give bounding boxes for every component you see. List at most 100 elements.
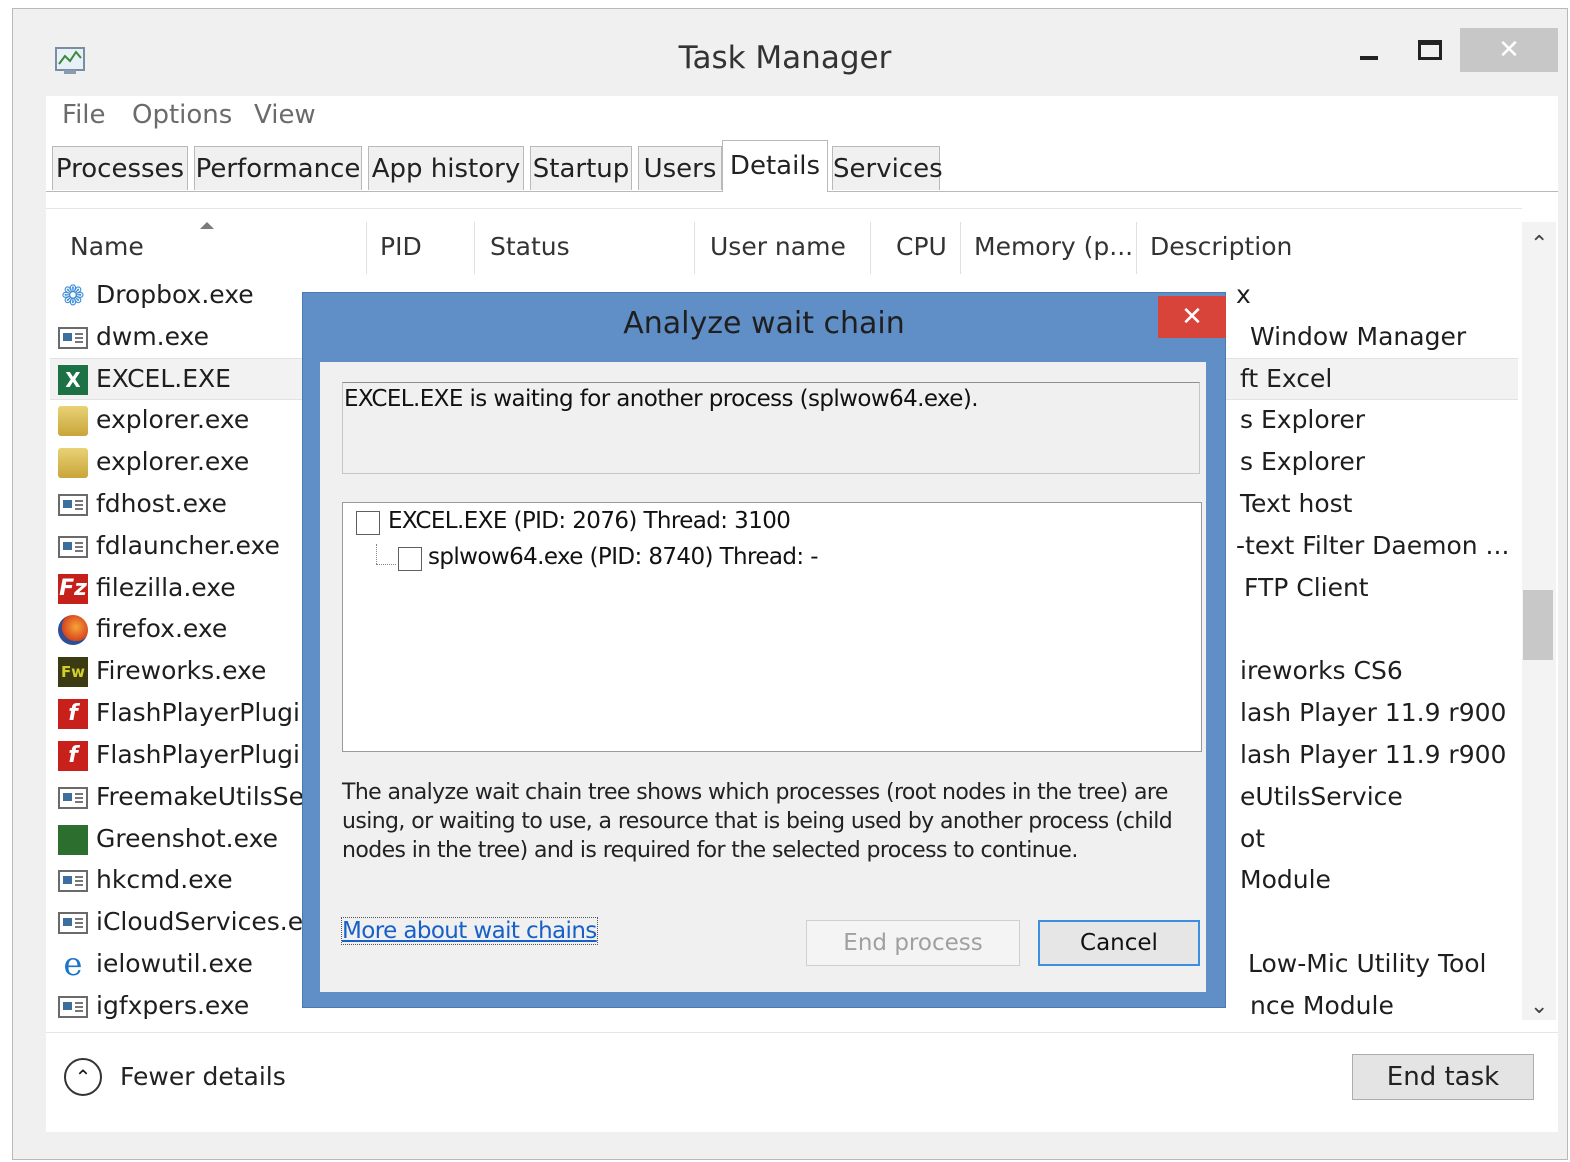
column-header-memory[interactable]: Memory (p...	[974, 232, 1133, 261]
column-header-cpu[interactable]: CPU	[896, 232, 947, 261]
flash-icon: f	[58, 741, 88, 771]
maximize-button[interactable]	[1418, 40, 1442, 60]
process-name: FlashPlayerPlugin	[96, 740, 316, 769]
sort-ascending-icon	[200, 222, 214, 229]
process-name: Dropbox.exe	[96, 280, 254, 309]
process-name: explorer.exe	[96, 405, 250, 434]
column-separator[interactable]	[694, 222, 695, 274]
process-name: iCloudServices.ex	[96, 907, 318, 936]
column-separator[interactable]	[960, 222, 961, 274]
end-process-button[interactable]: End process	[806, 920, 1020, 966]
generic-exe-icon	[58, 996, 88, 1018]
process-name: dwm.exe	[96, 322, 209, 351]
column-separator[interactable]	[366, 222, 367, 274]
process-name: FlashPlayerPlugin	[96, 698, 316, 727]
generic-exe-icon	[58, 494, 88, 516]
tab-processes[interactable]: Processes	[52, 146, 188, 190]
generic-exe-icon	[58, 787, 88, 809]
generic-exe-icon	[58, 912, 88, 934]
window-close-button[interactable]: ✕	[1460, 28, 1558, 72]
tree-node-checkbox[interactable]	[398, 547, 422, 571]
generic-exe-icon	[58, 327, 88, 349]
wait-chain-description: The analyze wait chain tree shows which …	[342, 780, 1173, 863]
column-header-description[interactable]: Description	[1150, 232, 1292, 261]
header-divider	[46, 208, 1522, 221]
generic-exe-icon	[58, 536, 88, 558]
chevron-up-circle-icon[interactable]: ⌃	[64, 1058, 102, 1096]
scroll-up-icon[interactable]: ⌃	[1530, 232, 1548, 257]
tab-app-history[interactable]: App history	[368, 146, 524, 190]
tab-users[interactable]: Users	[638, 146, 722, 190]
tab-services[interactable]: Services	[832, 146, 943, 190]
process-description: nce Module	[1250, 991, 1394, 1020]
process-name: fdhost.exe	[96, 489, 227, 518]
process-description: ot	[1240, 824, 1266, 853]
process-description: ireworks CS6	[1240, 656, 1403, 685]
process-name: hkcmd.exe	[96, 865, 233, 894]
process-name: filezilla.exe	[96, 573, 236, 602]
process-name: igfxpers.exe	[96, 991, 250, 1020]
column-separator[interactable]	[870, 222, 871, 274]
menu-view[interactable]: View	[254, 100, 316, 130]
tree-node-child[interactable]: splwow64.exe (PID: 8740) Thread: -	[428, 544, 819, 570]
process-description: FTP Client	[1244, 573, 1369, 602]
tab-startup[interactable]: Startup	[530, 146, 632, 190]
process-name: ielowutil.exe	[96, 949, 253, 978]
process-name: firefox.exe	[96, 614, 228, 643]
column-header-status[interactable]: Status	[490, 232, 570, 261]
minimize-button[interactable]	[1358, 50, 1382, 60]
end-task-button[interactable]: End task	[1352, 1054, 1534, 1100]
more-about-wait-chains-link[interactable]: More about wait chains	[341, 917, 598, 945]
tab-details[interactable]: Details	[722, 140, 828, 192]
process-description: Text host	[1240, 489, 1353, 518]
dialog-close-button[interactable]: ✕	[1158, 296, 1226, 338]
tree-connector	[376, 544, 377, 564]
wait-chain-tree[interactable]	[342, 502, 1202, 752]
process-name: explorer.exe	[96, 447, 250, 476]
scrollbar-thumb[interactable]	[1523, 590, 1553, 660]
process-description: Module	[1240, 865, 1331, 894]
filezilla-icon: Fz	[58, 574, 88, 604]
greenshot-icon	[58, 825, 88, 855]
process-description: Low-Mic Utility Tool	[1248, 949, 1487, 978]
fewer-details-link[interactable]: Fewer details	[120, 1062, 286, 1091]
process-name: fdlauncher.exe	[96, 531, 280, 560]
process-name: EXCEL.EXE	[96, 364, 231, 393]
excel-icon: X	[58, 365, 88, 395]
process-description: lash Player 11.9 r900	[1240, 698, 1507, 727]
process-description: eUtilsService	[1240, 782, 1403, 811]
tab-performance[interactable]: Performance	[194, 146, 362, 190]
firefox-icon	[58, 615, 88, 645]
column-header-pid[interactable]: PID	[380, 232, 422, 261]
flash-icon: f	[58, 699, 88, 729]
process-name: Greenshot.exe	[96, 824, 278, 853]
scroll-down-icon[interactable]: ⌄	[1530, 994, 1548, 1019]
wait-status-message: EXCEL.EXE is waiting for another process…	[344, 386, 979, 412]
ie-icon: e	[63, 945, 83, 983]
cancel-button[interactable]: Cancel	[1038, 920, 1200, 966]
menu-options[interactable]: Options	[132, 100, 232, 130]
dialog-title: Analyze wait chain	[623, 306, 905, 341]
tree-connector	[376, 564, 396, 565]
process-description: s Explorer	[1240, 405, 1366, 434]
process-description: Window Manager	[1250, 322, 1467, 351]
process-description: s Explorer	[1240, 447, 1366, 476]
generic-exe-icon	[58, 870, 88, 892]
process-description: ft Excel	[1240, 364, 1333, 393]
window-title: Task Manager	[678, 40, 892, 76]
column-header-name[interactable]: Name	[70, 232, 144, 261]
menu-file[interactable]: File	[62, 100, 106, 130]
tree-node-root[interactable]: EXCEL.EXE (PID: 2076) Thread: 3100	[388, 508, 791, 534]
column-separator[interactable]	[474, 222, 475, 274]
folder-icon	[58, 406, 88, 436]
dropbox-icon: ❁	[61, 279, 85, 312]
process-description: -text Filter Daemon ...	[1236, 531, 1510, 560]
tree-node-checkbox[interactable]	[356, 511, 380, 535]
column-separator[interactable]	[1136, 222, 1137, 274]
process-name: FreemakeUtilsSer	[96, 782, 315, 811]
column-header-user-name[interactable]: User name	[710, 232, 846, 261]
fireworks-icon: Fw	[58, 657, 88, 687]
process-description: x	[1236, 280, 1251, 309]
process-description: lash Player 11.9 r900	[1240, 740, 1507, 769]
process-name: Fireworks.exe	[96, 656, 267, 685]
